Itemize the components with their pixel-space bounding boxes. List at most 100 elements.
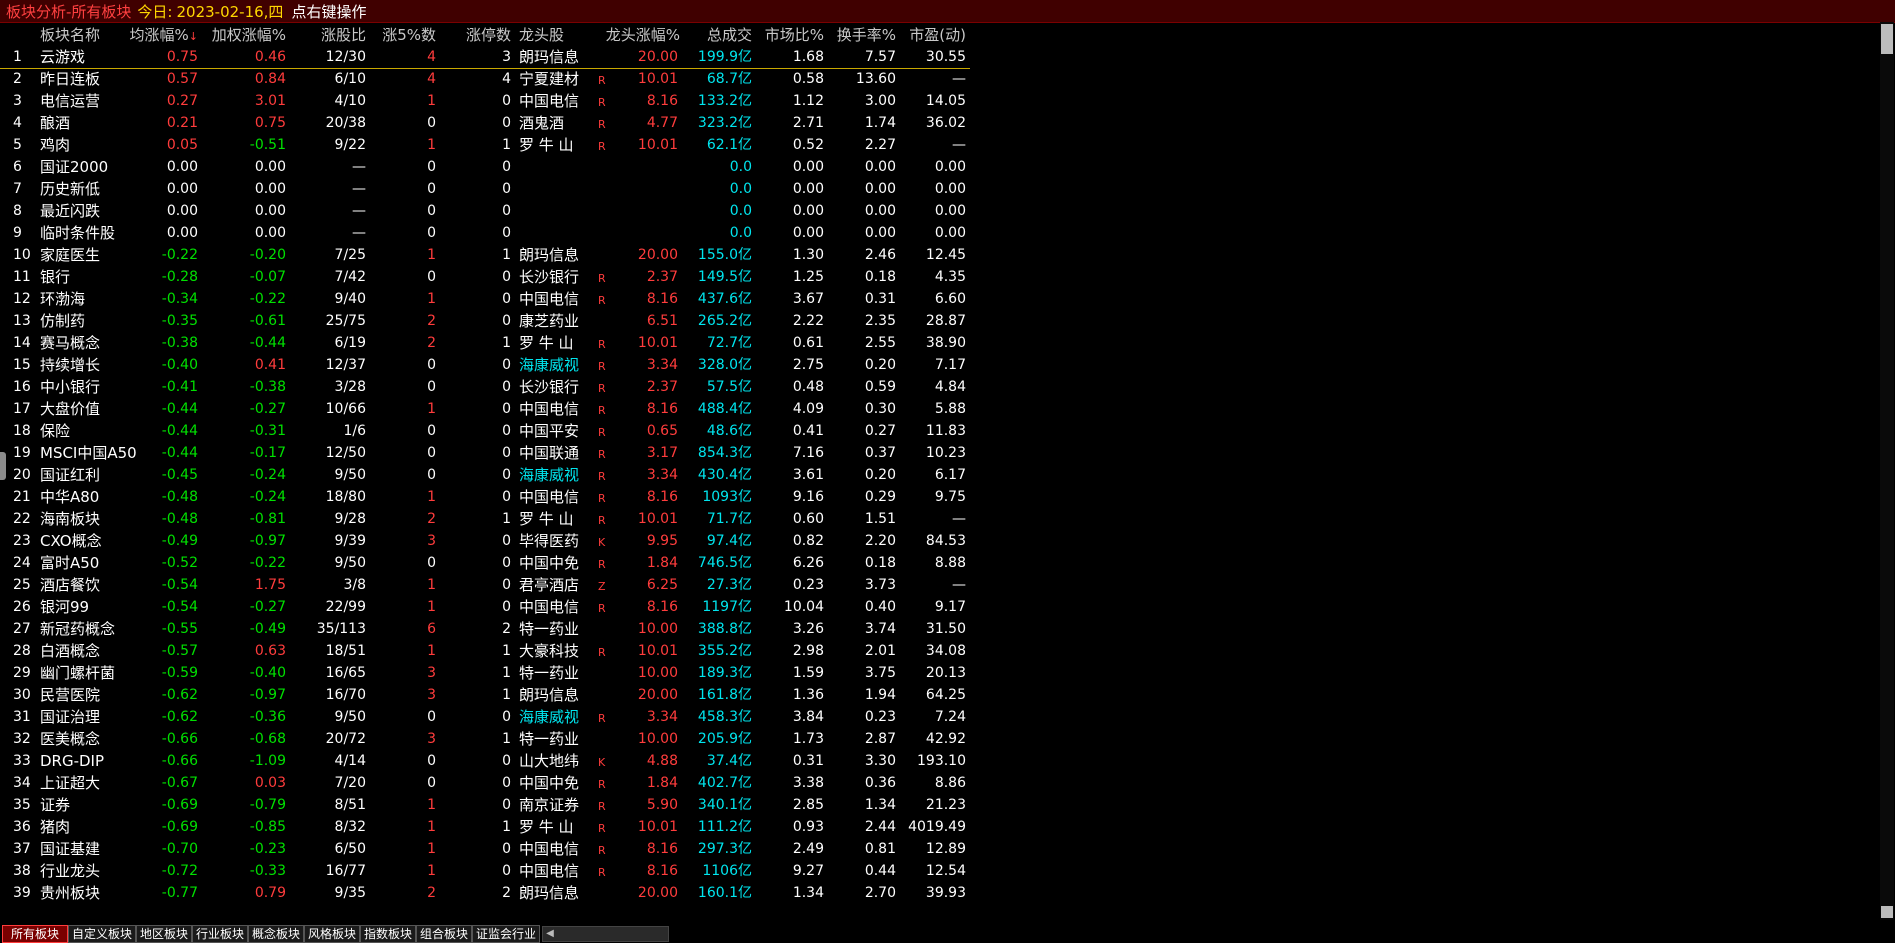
avg-change: -0.55 <box>161 621 198 637</box>
table-row[interactable]: 31 国证治理 -0.62 -0.36 9/50 0 0 海康威视 R 3.34 458.3亿 3.8… <box>0 706 970 728</box>
col-ratio[interactable]: 涨股比 <box>300 24 366 46</box>
table-row[interactable]: 8 最近闪跌 0.00 0.00—0 0 0.0 0.00 0.00 0.00 <box>0 200 970 222</box>
turnover-rate: 7.57 <box>864 49 896 65</box>
table-row[interactable]: 10 家庭医生 -0.22 -0.20 7/25 1 1 朗玛信息 20.00 155.0亿 1.3… <box>0 244 970 266</box>
scroll-thumb[interactable] <box>1881 24 1893 54</box>
table-row[interactable]: 18 保险 -0.44 -0.31 1/6 0 0 中国平安 R 0.65 48.6亿 0.41 0.2… <box>0 420 970 442</box>
table-row[interactable]: 16 中小银行 -0.41 -0.38 3/28 0 0 长沙银行 R 2.37 57.5亿 0.48… <box>0 376 970 398</box>
tab-5[interactable]: 风格板块 <box>304 925 360 943</box>
table-row[interactable]: 30 民营医院 -0.62 -0.97 16/70 3 1 朗玛信息 20.00 161.8亿 1.… <box>0 684 970 706</box>
table-row[interactable]: 12 环渤海 -0.34 -0.22 9/40 1 0 中国电信 R 8.16 437.6亿 3.67… <box>0 288 970 310</box>
avg-change: -0.62 <box>161 687 198 703</box>
table-row[interactable]: 7 历史新低 0.00 0.00—0 0 0.0 0.00 0.00 0.00 <box>0 178 970 200</box>
total-amount: 1093亿 <box>702 489 752 505</box>
tab-3[interactable]: 行业板块 <box>192 925 248 943</box>
table-row[interactable]: 36 猪肉 -0.69 -0.85 8/32 1 1 罗 牛 山 R 10.01 111.2亿 0.9… <box>0 816 970 838</box>
avg-change: -0.48 <box>161 511 198 527</box>
market-ratio: 2.22 <box>792 313 824 329</box>
table-row[interactable]: 20 国证红利 -0.45 -0.24 9/50 0 0 海康威视 R 3.34 430.4亿 3.6… <box>0 464 970 486</box>
rise-ratio: 6/10 <box>334 71 366 87</box>
table-row[interactable]: 15 持续增长 -0.40 0.41 12/37 0 0 海康威视 R 3.34 328.0亿 2.7… <box>0 354 970 376</box>
scroll-down-button[interactable] <box>1881 906 1893 918</box>
col-turnover[interactable]: 换手率% <box>826 24 896 46</box>
leader-stock: 海康威视 <box>519 466 580 484</box>
up5-count: 1 <box>427 93 436 109</box>
turnover-rate: 0.20 <box>864 357 896 373</box>
table-row[interactable]: 22 海南板块 -0.48 -0.81 9/28 2 1 罗 牛 山 R 10.01 71.7亿 0.… <box>0 508 970 530</box>
table-row[interactable]: 32 医美概念 -0.66 -0.68 20/72 3 1 特一药业 10.00 205.9亿 1.… <box>0 728 970 750</box>
rise-ratio: 16/77 <box>325 863 366 879</box>
row-number: 13 <box>13 313 31 329</box>
limit-up-count: 0 <box>502 291 511 307</box>
col-mkt-ratio[interactable]: 市场比% <box>760 24 824 46</box>
table-row[interactable]: 14 赛马概念 -0.38 -0.44 6/19 2 1 罗 牛 山 R 10.01 72.7亿 0.… <box>0 332 970 354</box>
avg-change: -0.67 <box>161 775 198 791</box>
col-leader[interactable]: 龙头股 <box>519 24 609 46</box>
table-row[interactable]: 1 云游戏 0.75 0.46 12/30 4 3 朗玛信息 20.00 199.9亿 1.68 7.… <box>0 46 970 68</box>
left-arrow-icon[interactable]: ◀ <box>543 927 557 941</box>
col-avg[interactable]: 均涨幅%↓ <box>112 24 198 48</box>
table-row[interactable]: 9 临时条件股 0.00 0.00—0 0 0.0 0.00 0.00 0.00 <box>0 222 970 244</box>
table-row[interactable]: 25 酒店餐饮 -0.54 1.75 3/8 1 0 君亭酒店 Z 6.25 27.3亿 0.23 3.… <box>0 574 970 596</box>
leader-stock: 特一药业 <box>519 730 580 748</box>
table-row[interactable]: 13 仿制药 -0.35 -0.61 25/75 2 0 康芝药业 6.51 265.2亿 2.22… <box>0 310 970 332</box>
tab-7[interactable]: 组合板块 <box>416 925 472 943</box>
tab-1[interactable]: 自定义板块 <box>68 925 136 943</box>
leader-change: 10.01 <box>637 71 678 87</box>
row-number: 38 <box>13 863 31 879</box>
table-row[interactable]: 11 银行 -0.28 -0.07 7/42 0 0 长沙银行 R 2.37 149.5亿 1.25 0… <box>0 266 970 288</box>
table-row[interactable]: 5 鸡肉 0.05 -0.51 9/22 1 1 罗 牛 山 R 10.01 62.1亿 0.52 2.… <box>0 134 970 156</box>
leader-change: 20.00 <box>637 687 678 703</box>
table-row[interactable]: 38 行业龙头 -0.72 -0.33 16/77 1 0 中国电信 R 8.16 1106亿 9.2… <box>0 860 970 882</box>
table-row[interactable]: 19 MSCI中国A50 -0.44 -0.17 12/50 0 0 中国联通 R 3.17 854… <box>0 442 970 464</box>
up5-count: 3 <box>427 731 436 747</box>
table-row[interactable]: 23 CXO概念 -0.49 -0.97 9/39 3 0 毕得医药 K 9.95 97.4亿 0.8… <box>0 530 970 552</box>
total-amount: 437.6亿 <box>697 291 752 307</box>
avg-change: 0.75 <box>166 49 198 65</box>
table-row[interactable]: 2 昨日连板 0.57 0.84 6/10 4 4 宁夏建材 R 10.01 68.7亿 0.58 13… <box>0 68 970 90</box>
tab-0[interactable]: 所有板块 <box>2 925 68 943</box>
table-row[interactable]: 17 大盘价值 -0.44 -0.27 10/66 1 0 中国电信 R 8.16 488.4亿 4.… <box>0 398 970 420</box>
turnover-rate: 2.27 <box>864 137 896 153</box>
pe-ratio: 7.24 <box>934 709 966 725</box>
leader-change: 10.00 <box>637 731 678 747</box>
col-weighted[interactable]: 加权涨幅% <box>200 24 286 46</box>
total-amount: 488.4亿 <box>697 401 752 417</box>
tab-8[interactable]: 证监会行业 <box>472 925 540 943</box>
table-row[interactable]: 24 富时A50 -0.52 -0.22 9/50 0 0 中国中免 R 1.84 746.5亿 6.… <box>0 552 970 574</box>
table-row[interactable]: 33 DRG-DIP -0.66 -1.09 4/14 0 0 山大地纬 K 4.88 37.4亿 0… <box>0 750 970 772</box>
table-row[interactable]: 27 新冠药概念 -0.55 -0.49 35/113 6 2 特一药业 10.00 388.8亿… <box>0 618 970 640</box>
turnover-rate: 0.31 <box>864 291 896 307</box>
table-row[interactable]: 6 国证2000 0.00 0.00—0 0 0.0 0.00 0.00 0.00 <box>0 156 970 178</box>
table-row[interactable]: 4 酿酒 0.21 0.75 20/38 0 0 酒鬼酒 R 4.77 323.2亿 2.71 1.74… <box>0 112 970 134</box>
table-row[interactable]: 3 电信运营 0.27 3.01 4/10 1 0 中国电信 R 8.16 133.2亿 1.12 3.… <box>0 90 970 112</box>
side-panel-handle[interactable] <box>0 452 6 480</box>
table-row[interactable]: 34 上证超大 -0.67 0.03 7/20 0 0 中国中免 R 1.84 402.7亿 3.38… <box>0 772 970 794</box>
col-up5[interactable]: 涨5%数 <box>380 24 436 46</box>
col-limit-up[interactable]: 涨停数 <box>455 24 511 46</box>
leader-stock: 中国电信 <box>519 400 580 418</box>
pe-ratio: 6.60 <box>934 291 966 307</box>
avg-change: -0.48 <box>161 489 198 505</box>
total-amount: 340.1亿 <box>697 797 752 813</box>
col-leader-pct[interactable]: 龙头涨幅% <box>598 24 680 46</box>
table-row[interactable]: 28 白酒概念 -0.57 0.63 18/51 1 1 大豪科技 R 10.01 355.2亿 2.… <box>0 640 970 662</box>
limit-up-count: 0 <box>502 489 511 505</box>
tab-2[interactable]: 地区板块 <box>136 925 192 943</box>
tab-4[interactable]: 概念板块 <box>248 925 304 943</box>
tab-scrollbar[interactable]: ◀ <box>542 926 669 942</box>
tab-6[interactable]: 指数板块 <box>360 925 416 943</box>
vertical-scrollbar[interactable] <box>1880 22 1894 920</box>
table-row[interactable]: 35 证券 -0.69 -0.79 8/51 1 0 南京证券 R 5.90 340.1亿 2.85 1… <box>0 794 970 816</box>
rise-ratio: 8/51 <box>334 797 366 813</box>
col-amount[interactable]: 总成交 <box>680 24 752 46</box>
leader-stock: 中国中免 <box>519 774 580 792</box>
table-row[interactable]: 29 幽门螺杆菌 -0.59 -0.40 16/65 3 1 特一药业 10.00 189.3亿 1… <box>0 662 970 684</box>
table-row[interactable]: 37 国证基建 -0.70 -0.23 6/50 1 0 中国电信 R 8.16 297.3亿 2.4… <box>0 838 970 860</box>
col-pe[interactable]: 市盈(动) <box>898 24 966 46</box>
table-row[interactable]: 39 贵州板块 -0.77 0.79 9/35 2 2 朗玛信息 20.00 160.1亿 1.34… <box>0 882 970 904</box>
table-row[interactable]: 26 银河99 -0.54 -0.27 22/99 1 0 中国电信 R 8.16 1197亿 10.… <box>0 596 970 618</box>
avg-change: 0.00 <box>166 159 198 175</box>
turnover-rate: 2.35 <box>864 313 896 329</box>
table-row[interactable]: 21 中华A80 -0.48 -0.24 18/80 1 0 中国电信 R 8.16 1093亿 9.… <box>0 486 970 508</box>
